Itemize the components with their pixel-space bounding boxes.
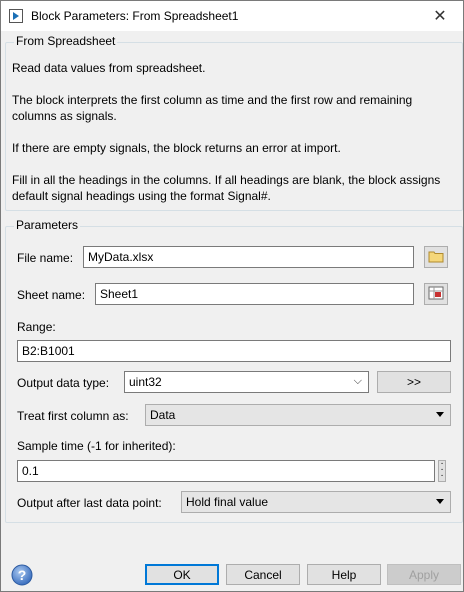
sample-time-label: Sample time (-1 for inherited): bbox=[17, 439, 176, 453]
browse-file-button[interactable] bbox=[424, 246, 448, 268]
output-after-last-select[interactable]: Hold final value bbox=[181, 491, 451, 513]
treat-first-column-value: Data bbox=[150, 408, 176, 422]
description-group-title: From Spreadsheet bbox=[14, 34, 118, 48]
window-title: Block Parameters: From Spreadsheet1 bbox=[31, 9, 239, 23]
select-sheet-button[interactable] bbox=[424, 283, 448, 305]
chevron-down-icon: ⌵ bbox=[353, 375, 362, 387]
help-button[interactable]: Help bbox=[307, 564, 381, 585]
treat-first-column-label: Treat first column as: bbox=[17, 409, 129, 423]
sheet-name-field[interactable]: Sheet1 bbox=[95, 283, 414, 305]
description-line-2: The block interprets the first column as… bbox=[12, 93, 413, 123]
file-name-label: File name: bbox=[17, 251, 74, 265]
range-field[interactable]: B2:B1001 bbox=[17, 340, 451, 362]
treat-first-column-select[interactable]: Data bbox=[145, 404, 451, 426]
data-type-assistant-button[interactable]: >> bbox=[377, 371, 451, 393]
output-data-type-label: Output data type: bbox=[17, 376, 110, 390]
parameters-group-title: Parameters bbox=[14, 218, 81, 232]
cancel-button[interactable]: Cancel bbox=[226, 564, 300, 585]
apply-button[interactable]: Apply bbox=[387, 564, 461, 585]
description-line-4: Fill in all the headings in the columns.… bbox=[12, 173, 441, 203]
file-name-field[interactable]: MyData.xlsx bbox=[83, 246, 414, 268]
spreadsheet-icon bbox=[428, 286, 444, 303]
simulink-block-icon bbox=[9, 9, 23, 23]
close-icon[interactable]: ✕ bbox=[417, 1, 463, 31]
dropdown-arrow-icon bbox=[436, 499, 444, 504]
sample-time-field[interactable]: 0.1 bbox=[17, 460, 435, 482]
ok-button[interactable]: OK bbox=[145, 564, 219, 585]
description-line-1: Read data values from spreadsheet. bbox=[12, 61, 206, 75]
svg-text:?: ? bbox=[18, 567, 27, 583]
dialog-window: Block Parameters: From Spreadsheet1 ✕ Fr… bbox=[0, 0, 464, 592]
output-data-type-combo[interactable]: uint32 ⌵ bbox=[124, 371, 369, 393]
sheet-name-label: Sheet name: bbox=[17, 288, 86, 302]
dropdown-arrow-icon bbox=[436, 412, 444, 417]
title-bar: Block Parameters: From Spreadsheet1 ✕ bbox=[1, 1, 463, 31]
range-label: Range: bbox=[17, 320, 56, 334]
help-icon[interactable]: ? bbox=[11, 564, 33, 586]
folder-icon bbox=[428, 249, 444, 266]
output-after-last-value: Hold final value bbox=[186, 495, 269, 509]
output-after-last-label: Output after last data point: bbox=[17, 496, 162, 510]
output-data-type-value: uint32 bbox=[129, 375, 162, 389]
description-line-3: If there are empty signals, the block re… bbox=[12, 141, 341, 155]
more-options-icon[interactable]: · · · bbox=[438, 459, 446, 482]
